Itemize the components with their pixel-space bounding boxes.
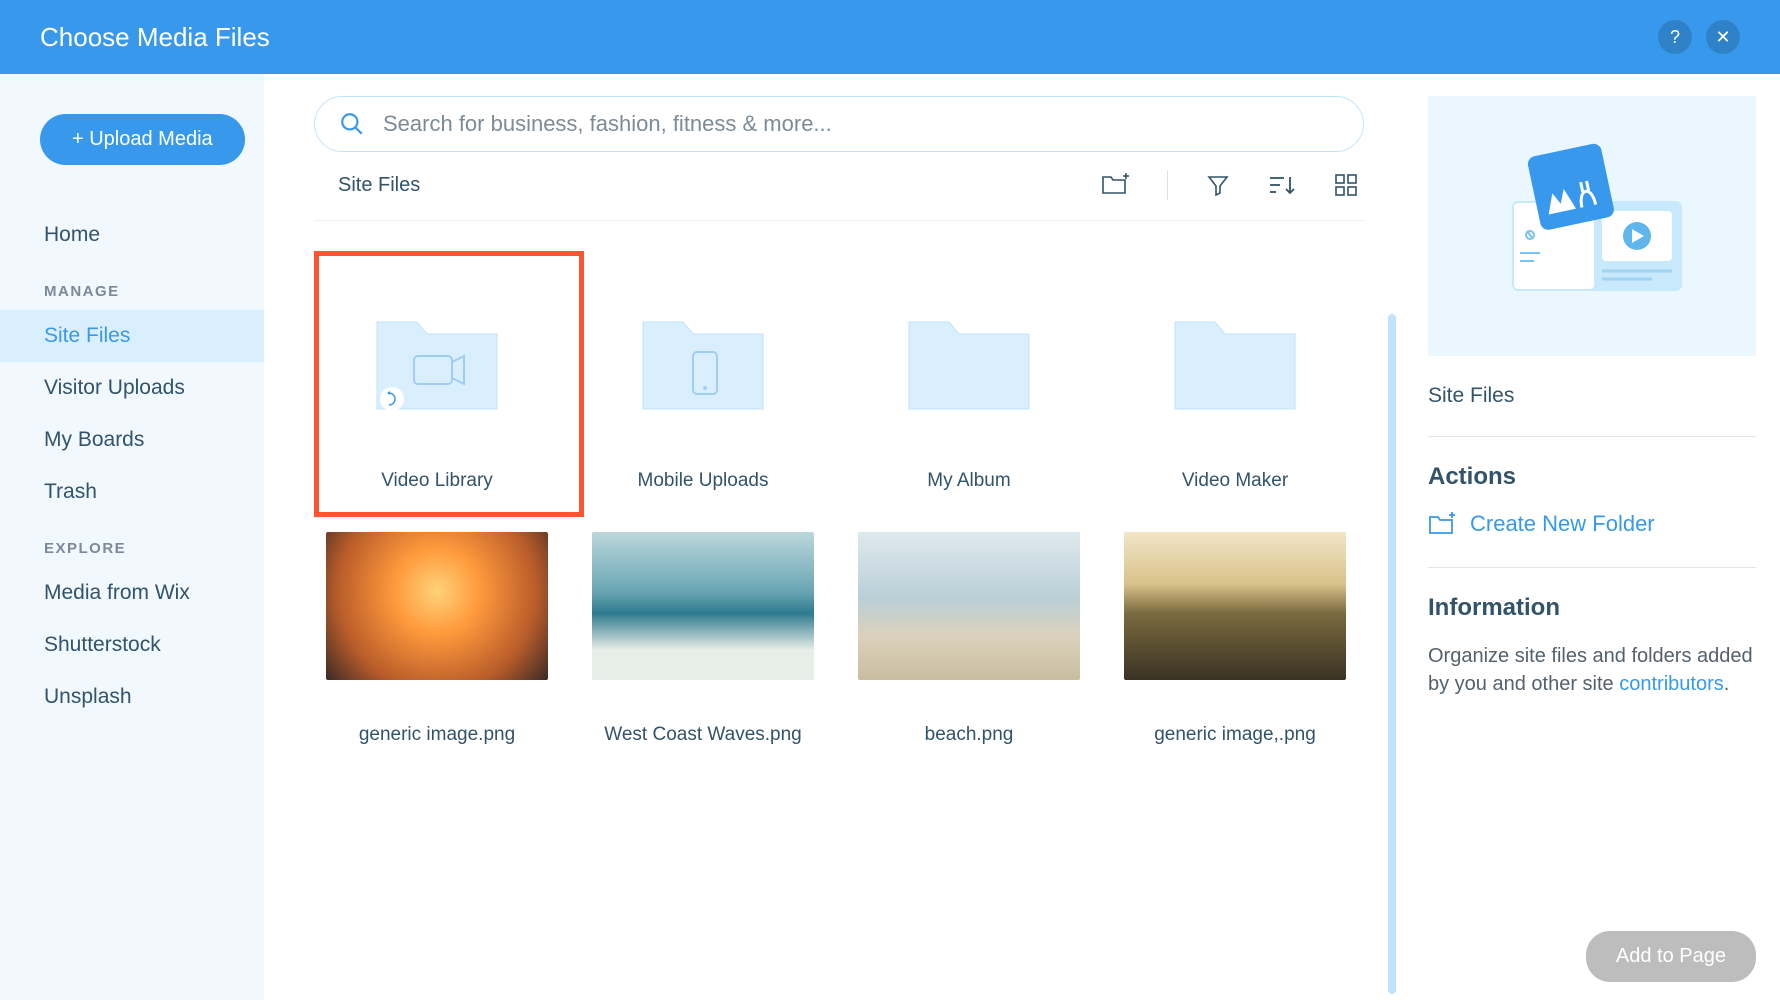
create-folder-label: Create New Folder bbox=[1470, 511, 1655, 537]
folder-icon bbox=[1124, 251, 1346, 466]
image-label: West Coast Waves.png bbox=[604, 724, 801, 746]
folder-plus-icon bbox=[1428, 512, 1456, 536]
image-item[interactable]: generic image.png bbox=[326, 532, 548, 746]
folder-label: Video Maker bbox=[1182, 470, 1288, 492]
info-title: Site Files bbox=[1428, 384, 1756, 437]
info-text: Organize site files and folders added by… bbox=[1428, 642, 1756, 698]
folder-mobile-uploads[interactable]: Mobile Uploads bbox=[592, 251, 814, 492]
dialog-title: Choose Media Files bbox=[40, 22, 270, 53]
nav-my-boards[interactable]: My Boards bbox=[0, 414, 264, 466]
image-item[interactable]: West Coast Waves.png bbox=[592, 532, 814, 746]
image-thumbnail bbox=[858, 532, 1080, 680]
image-label: generic image.png bbox=[359, 724, 515, 746]
new-folder-icon[interactable] bbox=[1101, 173, 1129, 197]
nav-home[interactable]: Home bbox=[0, 209, 264, 261]
image-label: beach.png bbox=[925, 724, 1014, 746]
dialog-header: Choose Media Files ? ✕ bbox=[0, 0, 1780, 74]
create-folder-action[interactable]: Create New Folder bbox=[1428, 511, 1756, 568]
nav-visitor-uploads[interactable]: Visitor Uploads bbox=[0, 362, 264, 414]
image-label: generic image,.png bbox=[1154, 724, 1316, 746]
scrollbar[interactable] bbox=[1388, 314, 1396, 994]
search-icon bbox=[339, 111, 365, 137]
grid-area: Video Library Mobile Uploads My Album bbox=[314, 221, 1364, 746]
nav-section-manage: MANAGE bbox=[0, 261, 264, 310]
nav-shutterstock[interactable]: Shutterstock bbox=[0, 619, 264, 671]
folder-label: Video Library bbox=[381, 470, 493, 492]
search-input[interactable] bbox=[383, 111, 1339, 137]
sidebar: + Upload Media Home MANAGE Site Files Vi… bbox=[0, 74, 264, 1000]
grid-view-icon[interactable] bbox=[1334, 173, 1358, 197]
help-button[interactable]: ? bbox=[1658, 20, 1692, 54]
image-item[interactable]: generic image,.png bbox=[1124, 532, 1346, 746]
nav-trash[interactable]: Trash bbox=[0, 466, 264, 518]
nav-section-explore: EXPLORE bbox=[0, 518, 264, 567]
toolbar-separator bbox=[1167, 170, 1168, 200]
nav-media-from-wix[interactable]: Media from Wix bbox=[0, 567, 264, 619]
folder-icon bbox=[592, 251, 814, 466]
folder-label: Mobile Uploads bbox=[638, 470, 769, 492]
folder-video-library[interactable]: Video Library bbox=[326, 251, 548, 492]
nav-site-files[interactable]: Site Files bbox=[0, 310, 264, 362]
actions-heading: Actions bbox=[1428, 437, 1756, 511]
sort-icon[interactable] bbox=[1268, 173, 1296, 197]
location-label: Site Files bbox=[338, 174, 420, 197]
toolbar: Site Files bbox=[314, 170, 1364, 221]
filter-icon[interactable] bbox=[1206, 173, 1230, 197]
header-actions: ? ✕ bbox=[1658, 20, 1740, 54]
search-bar[interactable] bbox=[314, 96, 1364, 152]
folder-video-maker[interactable]: Video Maker bbox=[1124, 251, 1346, 492]
close-button[interactable]: ✕ bbox=[1706, 20, 1740, 54]
content-area: Site Files bbox=[264, 74, 1404, 1000]
nav-unsplash[interactable]: Unsplash bbox=[0, 671, 264, 723]
folder-my-album[interactable]: My Album bbox=[858, 251, 1080, 492]
image-thumbnail bbox=[1124, 532, 1346, 680]
upload-media-button[interactable]: + Upload Media bbox=[40, 114, 245, 165]
info-panel: Site Files Actions Create New Folder Inf… bbox=[1404, 74, 1780, 1000]
folder-label: My Album bbox=[927, 470, 1010, 492]
image-thumbnail bbox=[326, 532, 548, 680]
info-illustration bbox=[1428, 96, 1756, 356]
information-heading: Information bbox=[1428, 568, 1756, 642]
folder-icon bbox=[858, 251, 1080, 466]
image-thumbnail bbox=[592, 532, 814, 680]
contributors-link[interactable]: contributors bbox=[1619, 673, 1724, 695]
folder-icon bbox=[326, 251, 548, 466]
info-text-suffix: . bbox=[1724, 673, 1730, 695]
image-item[interactable]: beach.png bbox=[858, 532, 1080, 746]
add-to-page-button[interactable]: Add to Page bbox=[1586, 931, 1756, 982]
